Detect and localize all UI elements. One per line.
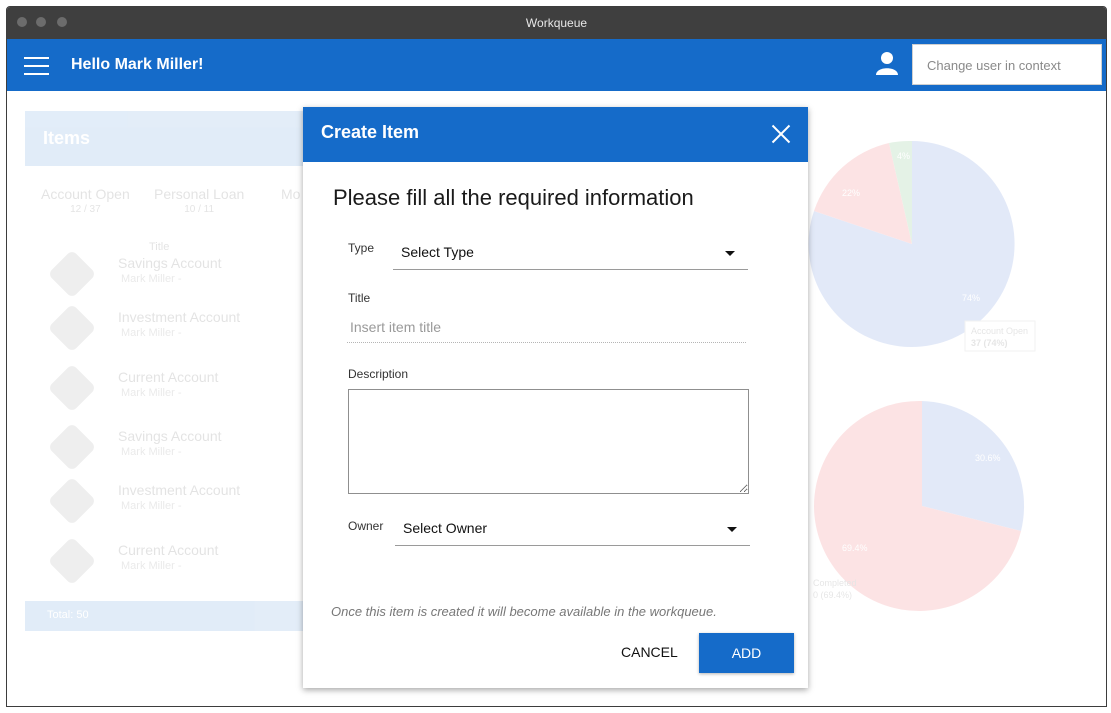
tab-more[interactable]: Mo bbox=[281, 186, 300, 202]
title-input[interactable] bbox=[347, 311, 746, 343]
list-item[interactable]: Current Account Mark Miller - bbox=[47, 536, 309, 588]
tag-icon bbox=[47, 363, 97, 413]
type-select-value: Select Type bbox=[401, 244, 474, 260]
tab-account-open[interactable]: Account Open 12 / 37 bbox=[41, 186, 130, 215]
svg-text:Account Open: Account Open bbox=[971, 326, 1028, 336]
window-title: Workqueue bbox=[525, 16, 588, 30]
charts-area: 22% 74% 4% Account Open 37 (74%) 30.6% 6… bbox=[808, 140, 1036, 611]
svg-text:37 (74%): 37 (74%) bbox=[971, 338, 1008, 348]
tag-icon bbox=[47, 536, 97, 586]
chevron-down-icon bbox=[725, 251, 735, 256]
greeting-text: Hello Mark Miller! bbox=[71, 56, 204, 73]
owner-select[interactable]: Select Owner bbox=[395, 510, 750, 546]
svg-text:Completed: Completed bbox=[813, 578, 857, 588]
svg-text:69.4%: 69.4% bbox=[842, 543, 868, 553]
pie-chart-completed: 30.6% 69.4% Completed 0 (69.4%) bbox=[813, 400, 1025, 611]
type-select[interactable]: Select Type bbox=[393, 234, 748, 270]
app-header: Hello Mark Miller! Change user in contex… bbox=[7, 39, 1106, 91]
availability-note: Once this item is created it will become… bbox=[331, 604, 717, 619]
items-header: Items bbox=[25, 111, 315, 166]
dialog-heading: Please fill all the required information bbox=[333, 185, 694, 210]
type-label: Type bbox=[348, 241, 375, 255]
svg-text:4%: 4% bbox=[897, 151, 910, 161]
owner-label: Owner bbox=[348, 519, 384, 533]
description-label: Description bbox=[348, 367, 409, 381]
list-item[interactable]: Savings Account Mark Miller - bbox=[47, 249, 309, 301]
svg-text:74%: 74% bbox=[962, 293, 980, 303]
description-textarea[interactable] bbox=[348, 389, 749, 494]
chevron-down-icon bbox=[727, 527, 737, 532]
items-panel: Items Account Open 12 / 37 Personal Loan 1… bbox=[25, 111, 315, 631]
dialog-title: Create Item bbox=[321, 122, 420, 142]
svg-text:30.6%: 30.6% bbox=[975, 453, 1001, 463]
close-icon[interactable] bbox=[771, 124, 791, 144]
menu-icon[interactable] bbox=[24, 57, 49, 75]
svg-text:22%: 22% bbox=[842, 188, 860, 198]
window-titlebar: Workqueue bbox=[7, 7, 1106, 39]
list-item[interactable]: Investment Account Mark Miller - bbox=[47, 303, 309, 355]
tab-personal-loan[interactable]: Personal Loan 10 / 11 bbox=[154, 186, 244, 215]
pie-chart-status: 22% 74% 4% Account Open 37 (74%) bbox=[808, 140, 1036, 352]
tag-icon bbox=[47, 422, 97, 472]
cancel-button[interactable]: CANCEL bbox=[621, 644, 678, 660]
svg-text:0 (69.4%): 0 (69.4%) bbox=[813, 590, 852, 600]
title-label: Title bbox=[348, 291, 371, 305]
list-item[interactable]: Current Account Mark Miller - bbox=[47, 363, 309, 415]
tag-icon bbox=[47, 476, 97, 526]
change-user-input[interactable]: Change user in context bbox=[912, 44, 1102, 85]
add-button[interactable]: ADD bbox=[699, 633, 794, 673]
owner-select-value: Select Owner bbox=[403, 520, 488, 536]
tag-icon bbox=[47, 303, 97, 353]
create-item-dialog: Create Item Please fill all the required… bbox=[303, 107, 808, 688]
list-item[interactable]: Investment Account Mark Miller - bbox=[47, 476, 309, 528]
list-item[interactable]: Savings Account Mark Miller - bbox=[47, 422, 309, 474]
user-icon[interactable] bbox=[876, 51, 898, 75]
tag-icon bbox=[47, 249, 97, 299]
items-total: Total: 50 bbox=[25, 601, 315, 631]
dialog-header: Create Item bbox=[303, 107, 808, 162]
